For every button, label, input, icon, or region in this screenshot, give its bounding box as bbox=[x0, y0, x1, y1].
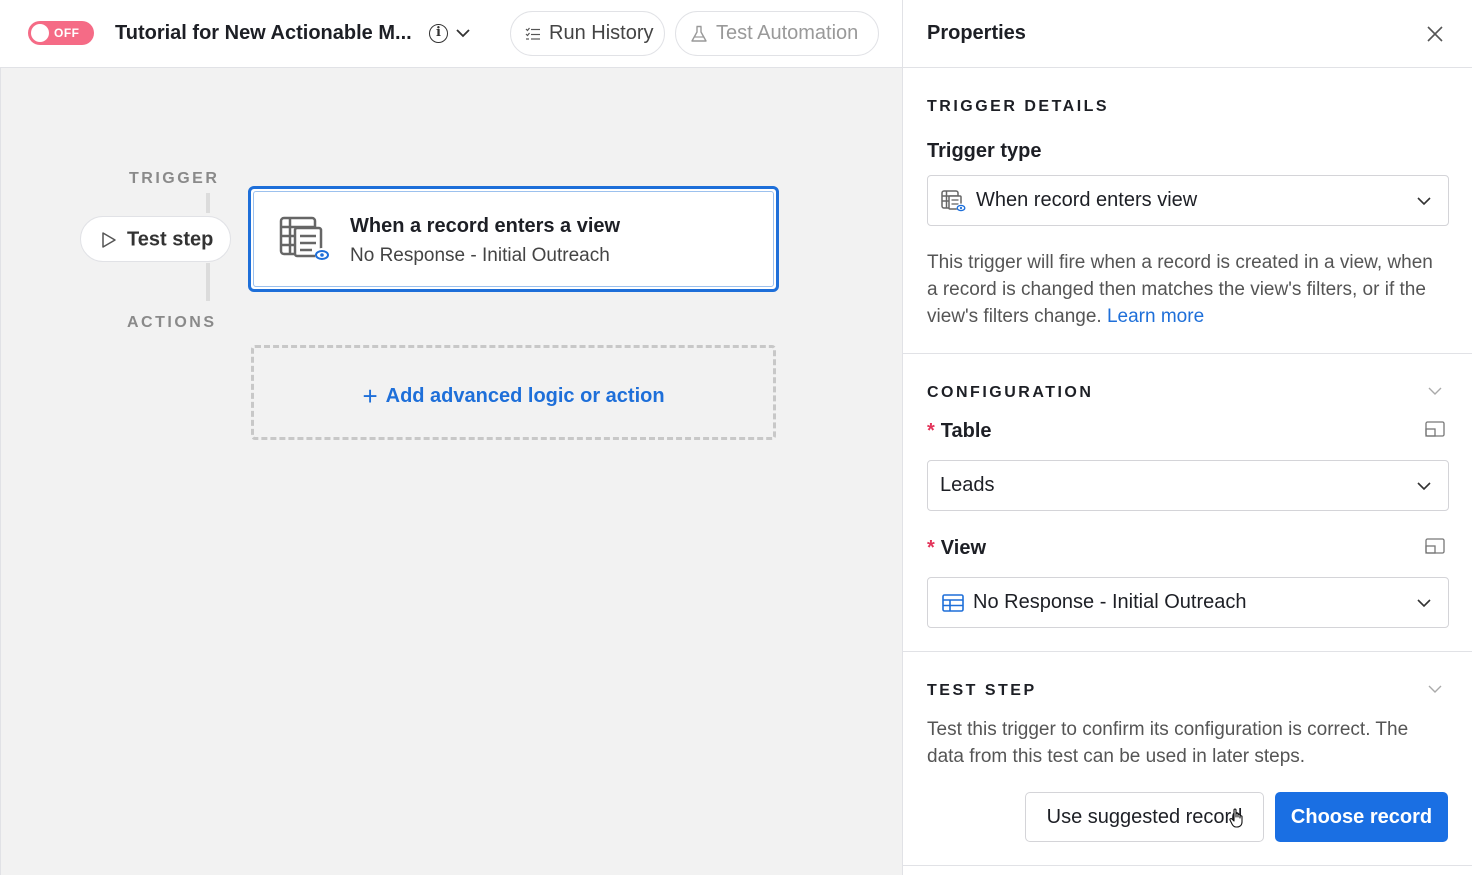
test-step-button[interactable]: Test step bbox=[80, 216, 231, 262]
workflow-canvas: TRIGGER Test step ACTIONS When a record … bbox=[0, 68, 903, 875]
panel-title: Properties bbox=[927, 22, 1026, 44]
list-icon bbox=[525, 27, 540, 40]
test-step-heading: TEST STEP bbox=[927, 682, 1037, 699]
view-select[interactable]: No Response - Initial Outreach bbox=[927, 577, 1449, 628]
hand-cursor-icon bbox=[1229, 808, 1243, 828]
table-label-text: Table bbox=[940, 420, 992, 442]
panel-header: Properties bbox=[903, 0, 1472, 68]
view-label-text: View bbox=[940, 537, 987, 559]
grid-view-icon bbox=[942, 594, 964, 612]
test-step-description: Test this trigger to confirm its configu… bbox=[927, 719, 1409, 767]
add-action-row: + Add advanced logic or action bbox=[254, 381, 773, 412]
trigger-type-value: When record enters view bbox=[976, 189, 1198, 211]
section-divider bbox=[903, 353, 1472, 354]
connector-line bbox=[206, 193, 210, 213]
toggle-knob bbox=[31, 24, 49, 42]
actions-section-label: ACTIONS bbox=[127, 314, 217, 331]
play-icon bbox=[102, 231, 116, 248]
automation-on-off-toggle[interactable]: OFF bbox=[28, 21, 94, 45]
test-step-label: Test step bbox=[127, 228, 214, 251]
automation-title[interactable]: Tutorial for New Actionable M... bbox=[115, 22, 412, 45]
record-view-trigger-icon bbox=[941, 190, 966, 213]
trigger-details-heading: TRIGGER DETAILS bbox=[927, 98, 1110, 115]
learn-more-link[interactable]: Learn more bbox=[1107, 306, 1204, 327]
automation-toolbar: OFF Tutorial for New Actionable M... i R… bbox=[0, 0, 903, 68]
chevron-down-icon bbox=[1417, 599, 1431, 608]
record-view-trigger-icon bbox=[279, 216, 329, 262]
close-icon[interactable] bbox=[1425, 24, 1445, 44]
chevron-down-icon[interactable] bbox=[1427, 383, 1443, 399]
trigger-card-title: When a record enters a view bbox=[350, 215, 621, 237]
chevron-down-icon[interactable] bbox=[1427, 681, 1443, 697]
test-automation-label: Test Automation bbox=[716, 22, 859, 45]
chevron-down-icon[interactable] bbox=[455, 25, 471, 41]
connector-line bbox=[206, 263, 210, 301]
section-divider bbox=[903, 865, 1472, 866]
test-automation-button[interactable]: Test Automation bbox=[675, 11, 879, 56]
info-icon[interactable]: i bbox=[429, 24, 448, 43]
trigger-type-label: Trigger type bbox=[927, 140, 1042, 162]
view-value: No Response - Initial Outreach bbox=[973, 591, 1247, 613]
expand-field-icon[interactable] bbox=[1425, 538, 1445, 554]
required-marker: * bbox=[927, 420, 935, 442]
run-history-button[interactable]: Run History bbox=[510, 11, 665, 56]
trigger-section-label: TRIGGER bbox=[129, 170, 220, 187]
add-action-button[interactable]: + Add advanced logic or action bbox=[251, 345, 776, 440]
configuration-heading: CONFIGURATION bbox=[927, 384, 1094, 401]
toggle-label: OFF bbox=[54, 26, 80, 40]
trigger-card[interactable]: When a record enters a view No Response … bbox=[248, 186, 779, 292]
trigger-type-select[interactable]: When record enters view bbox=[927, 175, 1449, 226]
run-history-label: Run History bbox=[549, 22, 654, 45]
trigger-card-subtitle: No Response - Initial Outreach bbox=[350, 245, 610, 266]
expand-field-icon[interactable] bbox=[1425, 421, 1445, 437]
chevron-down-icon bbox=[1417, 482, 1431, 491]
properties-panel: Properties TRIGGER DETAILS Trigger type … bbox=[903, 0, 1472, 875]
view-label: * View bbox=[927, 537, 986, 560]
flask-icon bbox=[691, 25, 707, 42]
add-action-label: Add advanced logic or action bbox=[385, 385, 665, 407]
choose-record-button[interactable]: Choose record bbox=[1275, 792, 1448, 842]
trigger-description: This trigger will fire when a record is … bbox=[927, 249, 1447, 330]
table-label: * Table bbox=[927, 420, 992, 443]
section-divider bbox=[903, 651, 1472, 652]
table-select[interactable]: Leads bbox=[927, 460, 1449, 511]
table-value: Leads bbox=[940, 474, 995, 496]
required-marker: * bbox=[927, 537, 935, 559]
chevron-down-icon bbox=[1417, 197, 1431, 206]
plus-icon: + bbox=[362, 381, 378, 411]
